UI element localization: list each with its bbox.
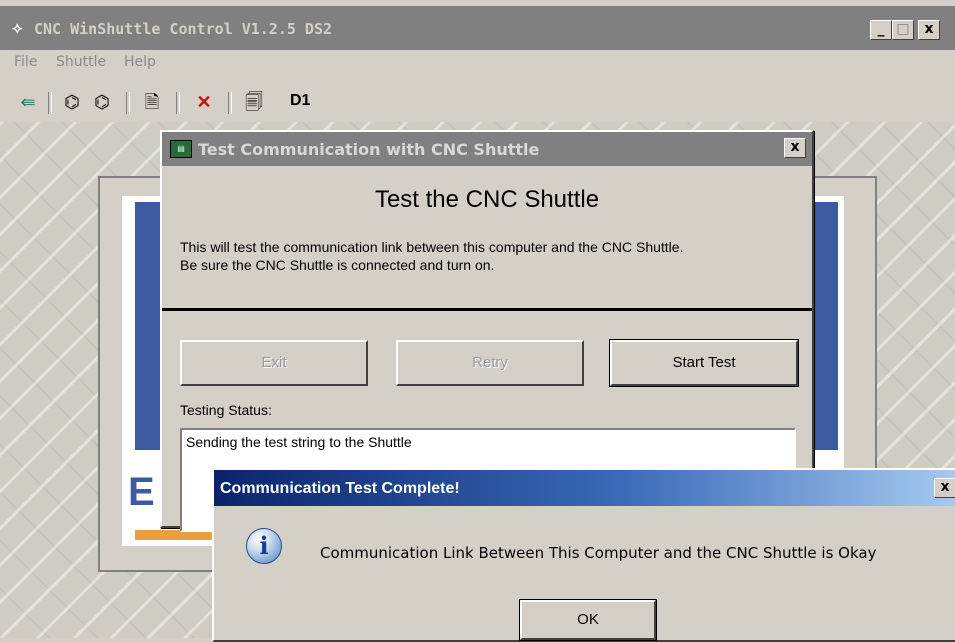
main-title-bar[interactable]: ⟡ CNC WinShuttle Control V1.2.5 DS2 _ □ … — [0, 6, 955, 50]
test-dialog-close-button[interactable]: x — [784, 138, 806, 158]
message-close-button[interactable]: x — [934, 478, 955, 498]
message-title-bar[interactable]: Communication Test Complete! x — [214, 470, 955, 506]
shuttle-icon-2[interactable]: ⌬ — [90, 90, 114, 114]
app-icon: ⟡ — [12, 18, 23, 37]
divider — [162, 308, 812, 311]
maximize-button[interactable]: □ — [892, 20, 914, 40]
testing-status-label: Testing Status: — [180, 402, 272, 418]
background-letter: E — [128, 470, 155, 514]
test-dialog-title-bar[interactable]: ▤ Test Communication with CNC Shuttle x — [162, 132, 812, 166]
toolbar: ⇚ ⌬ ⌬ 🗎 ✕ 🗐 D1 — [0, 84, 955, 122]
information-icon: i — [246, 528, 282, 564]
shuttle-icon-1[interactable]: ⌬ — [60, 90, 84, 114]
exit-button[interactable]: Exit — [180, 340, 368, 386]
start-test-button[interactable]: Start Test — [609, 339, 799, 387]
toolbar-separator — [48, 92, 52, 114]
testing-status-text: Sending the test string to the Shuttle — [186, 434, 412, 450]
properties-icon[interactable]: 🗐 — [242, 90, 266, 114]
new-icon[interactable]: 🗎 — [140, 90, 164, 114]
menu-file[interactable]: File — [14, 54, 37, 70]
communication-test-complete-dialog: Communication Test Complete! x i Communi… — [212, 468, 955, 642]
description-line: Be sure the CNC Shuttle is connected and… — [180, 257, 495, 273]
menu-shuttle[interactable]: Shuttle — [56, 54, 106, 70]
exit-icon[interactable]: ⇚ — [16, 90, 40, 114]
test-dialog-title: Test Communication with CNC Shuttle — [198, 140, 540, 159]
retry-button[interactable]: Retry — [396, 340, 584, 386]
toolbar-separator — [176, 92, 180, 114]
test-dialog-description: This will test the communication link be… — [180, 238, 800, 274]
main-window-title: CNC WinShuttle Control V1.2.5 DS2 — [34, 20, 333, 38]
menu-help[interactable]: Help — [124, 54, 156, 70]
toolbar-separator — [228, 92, 232, 114]
toolbar-separator — [126, 92, 130, 114]
minimize-button[interactable]: _ — [870, 20, 892, 40]
close-button[interactable]: x — [918, 20, 940, 40]
dialog-icon: ▤ — [170, 140, 192, 158]
menu-bar: File Shuttle Help — [0, 50, 955, 84]
message-text: Communication Link Between This Computer… — [320, 544, 877, 562]
test-dialog-heading: Test the CNC Shuttle — [374, 186, 600, 213]
ok-button[interactable]: OK — [519, 599, 657, 641]
delete-icon[interactable]: ✕ — [192, 90, 216, 114]
message-title: Communication Test Complete! — [220, 480, 460, 497]
toolbar-label: D1 — [290, 92, 311, 109]
description-line: This will test the communication link be… — [180, 239, 684, 255]
